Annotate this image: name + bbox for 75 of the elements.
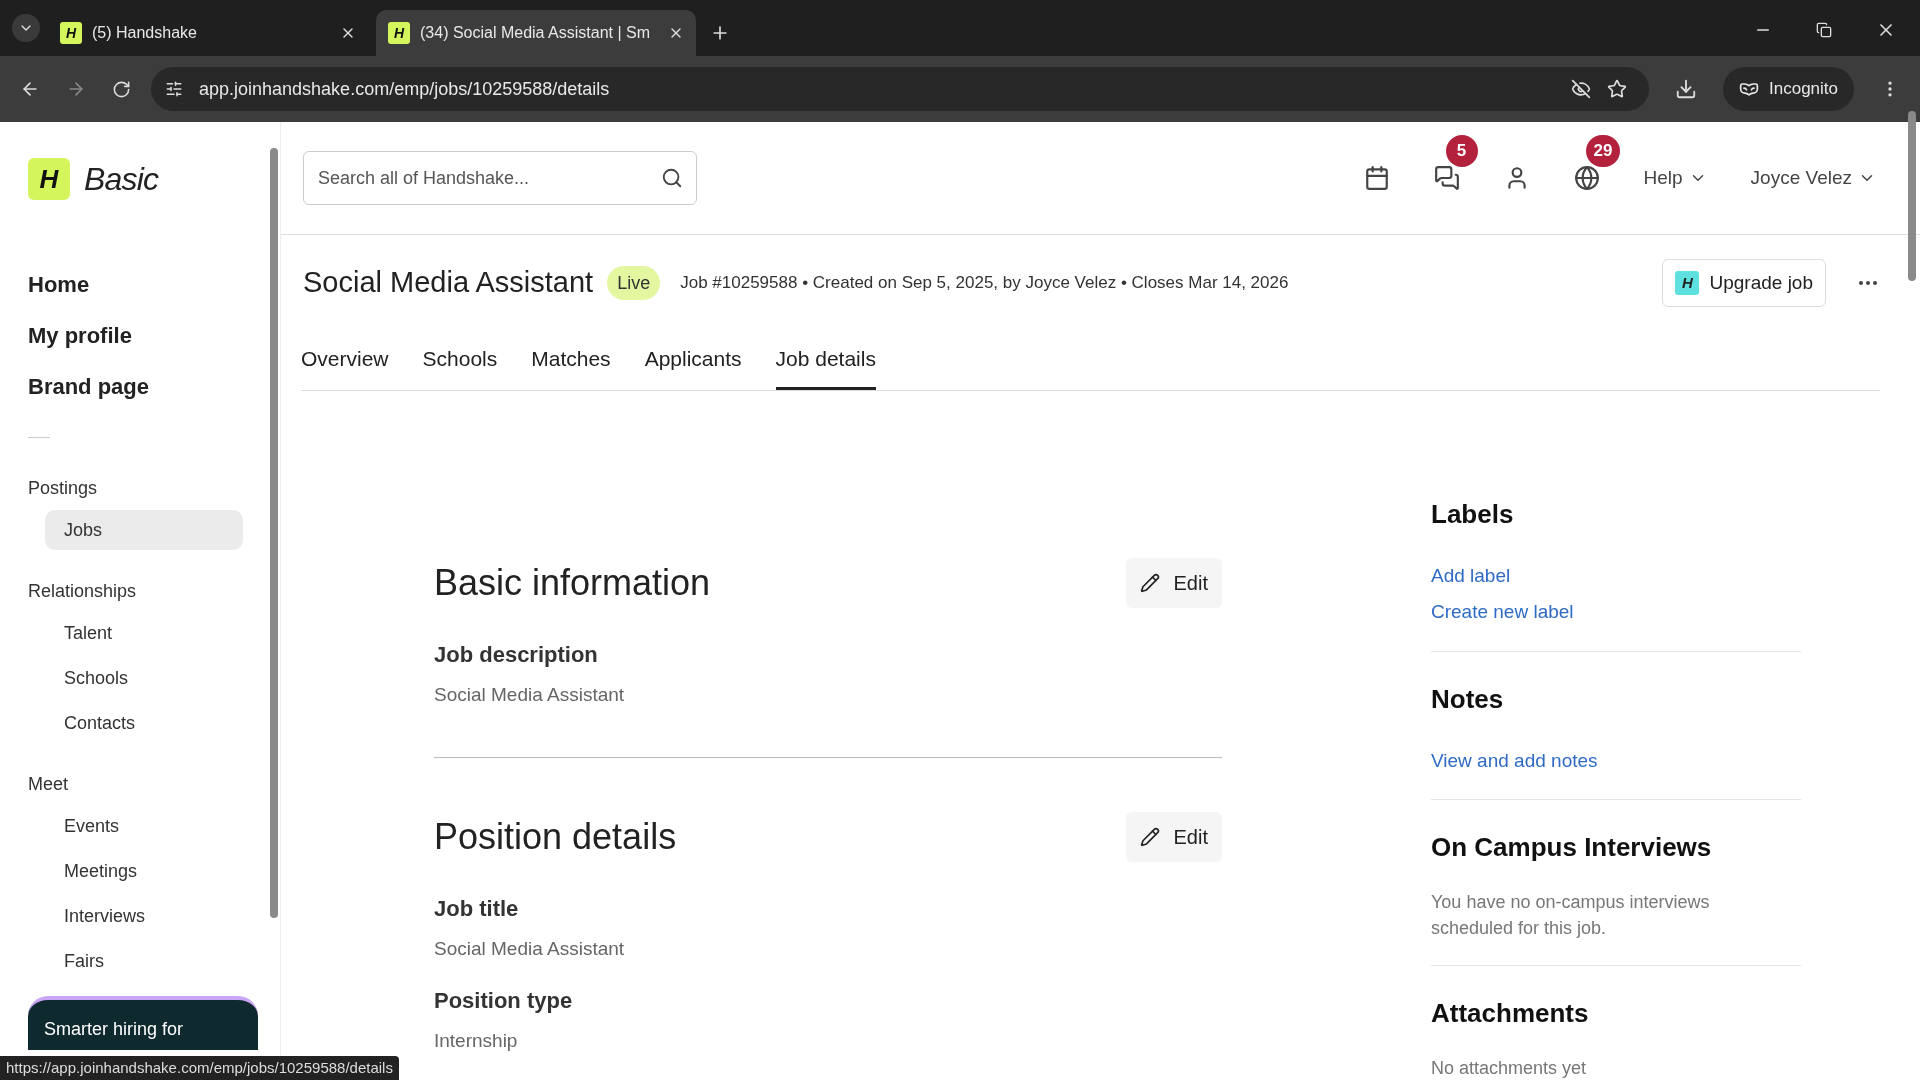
nav-item[interactable]: Schools bbox=[45, 658, 243, 698]
logo-text: Basic bbox=[84, 160, 159, 199]
nav-item[interactable]: Interviews bbox=[45, 896, 243, 936]
page-tab[interactable]: Schools bbox=[422, 343, 498, 390]
globe-icon[interactable] bbox=[1573, 165, 1600, 191]
search-field[interactable]: Search all of Handshake... bbox=[303, 151, 697, 205]
job-title: Social Media Assistant bbox=[303, 265, 594, 301]
favicon: H bbox=[388, 22, 410, 44]
browser-tab[interactable]: H (34) Social Media Assistant | Sm bbox=[376, 10, 696, 56]
nav-item[interactable]: Talent bbox=[45, 613, 243, 653]
address-bar[interactable]: app.joinhandshake.com/emp/jobs/10259588/details bbox=[151, 67, 1649, 111]
user-menu[interactable]: Joyce Velez bbox=[1750, 163, 1876, 193]
status-badge: Live bbox=[607, 266, 661, 300]
panel-title: Labels bbox=[1431, 497, 1515, 531]
field-label: Job description bbox=[434, 640, 599, 669]
promo-card[interactable]: Smarter hiring for bbox=[28, 996, 258, 1050]
status-url: https://app.joinhandshake.com/emp/jobs/10259588/details bbox=[0, 1056, 399, 1080]
panel-title: Notes bbox=[1431, 682, 1505, 716]
page-tab[interactable]: Overview bbox=[301, 343, 389, 390]
panel-link[interactable]: Create new label bbox=[1431, 598, 1801, 627]
restore-icon[interactable] bbox=[1816, 22, 1832, 38]
panel-link[interactable]: View and add notes bbox=[1431, 746, 1801, 775]
nav-section-title: Relationships bbox=[28, 580, 138, 603]
nav-item[interactable]: Jobs bbox=[45, 510, 243, 550]
tab-list-button[interactable] bbox=[12, 14, 40, 42]
edit-button[interactable]: Edit bbox=[1125, 812, 1222, 862]
notification-badge: 5 bbox=[1445, 135, 1478, 167]
panel-text: You have no on-campus interviews scheduled for this job. bbox=[1431, 891, 1711, 940]
nav-item[interactable]: Fairs bbox=[45, 941, 243, 981]
incognito-button[interactable]: Incognito bbox=[1723, 67, 1854, 111]
section-title: Basic information bbox=[434, 560, 711, 605]
page-tab[interactable]: Matches bbox=[531, 343, 611, 390]
favicon: H bbox=[60, 22, 82, 44]
scrollbar-thumb[interactable] bbox=[270, 148, 278, 918]
field-value: Internship bbox=[434, 1028, 519, 1053]
logo-mark: H bbox=[28, 158, 70, 200]
nav-item[interactable]: Contacts bbox=[45, 703, 243, 743]
browser-tab[interactable]: H (5) Handshake bbox=[48, 10, 368, 56]
panel-text: No attachments yet bbox=[1431, 1057, 1588, 1080]
messages-icon[interactable] bbox=[1433, 165, 1460, 191]
field-value: Social Media Assistant bbox=[434, 682, 626, 707]
panel-title: On Campus Interviews bbox=[1431, 831, 1713, 864]
site-settings-icon[interactable] bbox=[165, 80, 183, 98]
edit-button[interactable]: Edit bbox=[1125, 557, 1222, 608]
field-label: Job title bbox=[434, 895, 520, 923]
scrollbar-thumb[interactable] bbox=[1908, 110, 1916, 281]
calendar-icon[interactable] bbox=[1363, 165, 1390, 191]
nav-item[interactable]: Meetings bbox=[45, 851, 243, 891]
page-tab[interactable]: Applicants bbox=[644, 343, 742, 390]
eye-off-icon[interactable] bbox=[1571, 79, 1591, 99]
nav-section-title: Meet bbox=[28, 773, 70, 796]
tab-title: (5) Handshake bbox=[92, 23, 198, 43]
page-tab[interactable]: Job details bbox=[775, 343, 876, 390]
nav-link[interactable]: Home bbox=[28, 270, 268, 299]
upgrade-job-button[interactable]: H Upgrade job bbox=[1662, 259, 1826, 307]
pencil-icon bbox=[1139, 827, 1160, 847]
nav-item[interactable]: Events bbox=[45, 806, 243, 846]
search-icon[interactable] bbox=[661, 167, 683, 189]
help-menu[interactable]: Help bbox=[1643, 163, 1707, 193]
tab-title: (34) Social Media Assistant | Sm bbox=[420, 23, 652, 43]
notification-badge: 29 bbox=[1585, 135, 1621, 167]
panel-title: Attachments bbox=[1431, 997, 1590, 1030]
reload-icon[interactable] bbox=[112, 79, 131, 99]
panel-link[interactable]: Add label bbox=[1431, 561, 1801, 590]
nav-link[interactable]: Brand page bbox=[28, 372, 268, 401]
nav-section-title: Postings bbox=[28, 477, 99, 500]
pencil-icon bbox=[1139, 572, 1160, 593]
download-icon[interactable] bbox=[1675, 78, 1697, 100]
url-text: app.joinhandshake.com/emp/jobs/10259588/details bbox=[199, 77, 611, 101]
field-value: Social Media Assistant bbox=[434, 937, 626, 961]
job-meta: Job #10259588 • Created on Sep 5, 2025, by Joyce Velez • Closes Mar 14, 2026 bbox=[680, 272, 1289, 295]
field-label: Position type bbox=[434, 986, 574, 1015]
nav-link[interactable]: My profile bbox=[28, 321, 268, 350]
section-title: Position details bbox=[434, 815, 677, 859]
bookmark-icon[interactable] bbox=[1607, 79, 1627, 99]
